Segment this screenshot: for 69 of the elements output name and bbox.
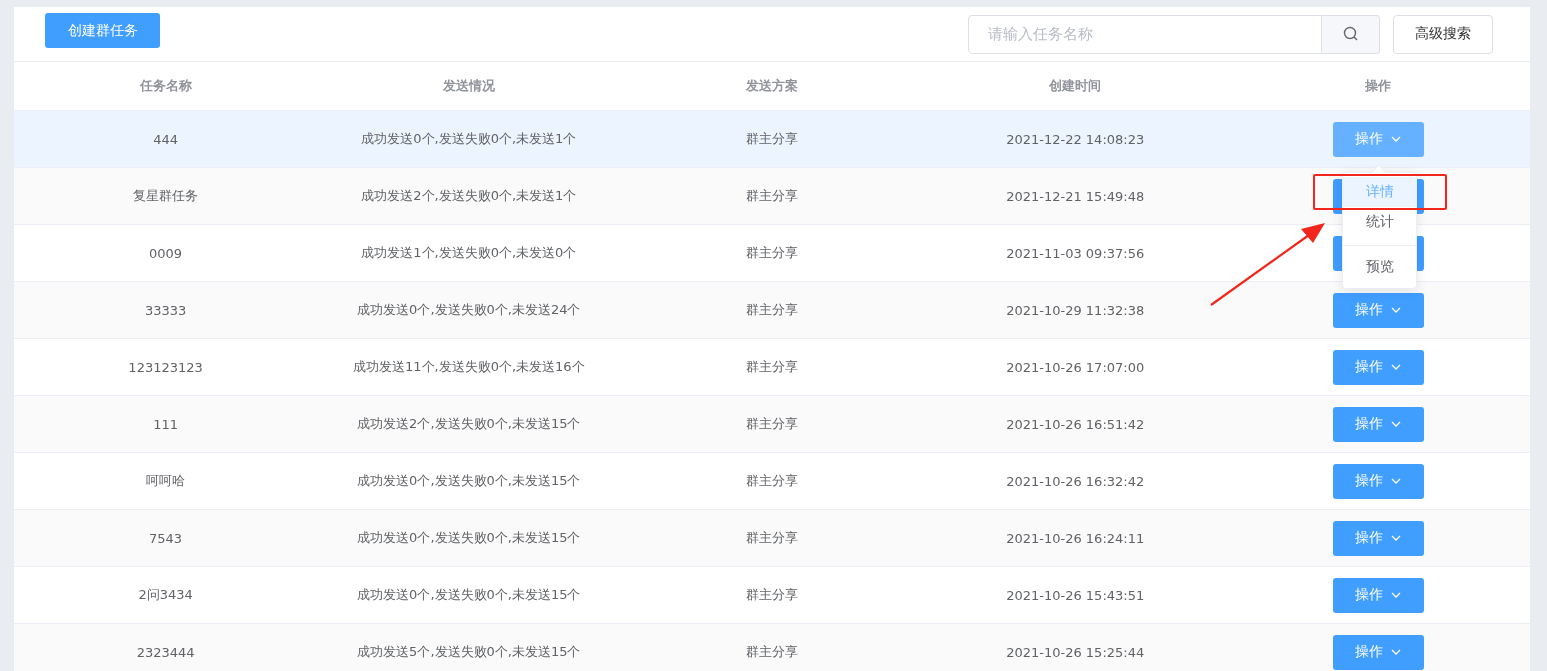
chevron-down-icon xyxy=(1391,364,1402,370)
actions-dropdown-button[interactable]: 操作 xyxy=(1332,634,1424,670)
chevron-down-icon xyxy=(1391,535,1402,541)
task-name-cell: 0009 xyxy=(149,245,183,261)
created-time-cell: 2021-10-26 15:43:51 xyxy=(1006,587,1145,603)
actions-dropdown-button[interactable]: 操作 xyxy=(1332,577,1424,613)
search-button[interactable] xyxy=(1322,14,1380,54)
send-status-cell: 成功发送5个,发送失败0个,未发送15个 xyxy=(357,643,581,661)
send-status-cell: 成功发送0个,发送失败0个,未发送24个 xyxy=(357,301,581,319)
column-header: 操作 xyxy=(1365,77,1392,95)
send-status-cell: 成功发送0个,发送失败0个,未发送1个 xyxy=(361,130,577,148)
task-name-cell: 复星群任务 xyxy=(133,187,199,205)
send-plan-cell: 群主分享 xyxy=(746,472,798,490)
task-name-cell: 2问3434 xyxy=(138,586,193,604)
send-status-cell: 成功发送0个,发送失败0个,未发送15个 xyxy=(357,586,581,604)
actions-dropdown-button[interactable]: 操作 xyxy=(1332,463,1424,499)
column-header: 创建时间 xyxy=(1049,77,1102,95)
chevron-down-icon xyxy=(1391,649,1402,655)
send-status-cell: 成功发送11个,发送失败0个,未发送16个 xyxy=(352,358,585,376)
actions-dropdown-button[interactable]: 操作 xyxy=(1332,292,1424,328)
column-header: 任务名称 xyxy=(139,77,192,95)
task-name-cell: 呵呵哈 xyxy=(146,472,186,490)
send-plan-cell: 群主分享 xyxy=(746,130,798,148)
task-name-cell: 444 xyxy=(153,131,178,147)
send-status-cell: 成功发送2个,发送失败0个,未发送1个 xyxy=(361,187,577,205)
send-plan-cell: 群主分享 xyxy=(746,415,798,433)
created-time-cell: 2021-12-21 15:49:48 xyxy=(1006,188,1145,204)
send-plan-cell: 群主分享 xyxy=(746,244,798,262)
search-field[interactable]: 请输入任务名称 xyxy=(968,14,1322,54)
chevron-down-icon xyxy=(1391,136,1402,142)
task-name-cell: 123123123 xyxy=(128,359,203,375)
menu-item[interactable]: 统计 xyxy=(1343,207,1416,237)
created-time-cell: 2021-10-26 15:25:44 xyxy=(1006,644,1145,660)
menu-item[interactable]: 预览 xyxy=(1343,252,1416,282)
send-status-cell: 成功发送0个,发送失败0个,未发送15个 xyxy=(357,529,581,547)
chevron-down-icon xyxy=(1391,421,1402,427)
chevron-down-icon xyxy=(1391,307,1402,313)
task-name-cell: 33333 xyxy=(144,302,187,318)
actions-dropdown-button[interactable]: 操作 xyxy=(1332,349,1424,385)
send-plan-cell: 群主分享 xyxy=(746,187,798,205)
search-icon xyxy=(1342,26,1359,42)
chevron-down-icon xyxy=(1391,478,1402,484)
send-plan-cell: 群主分享 xyxy=(746,586,798,604)
task-name-cell: 2323444 xyxy=(136,644,195,660)
created-time-cell: 2021-12-22 14:08:23 xyxy=(1006,131,1145,147)
menu-item[interactable]: 详情 xyxy=(1343,177,1416,207)
send-plan-cell: 群主分享 xyxy=(746,358,798,376)
send-status-cell: 成功发送2个,发送失败0个,未发送15个 xyxy=(357,415,581,433)
created-time-cell: 2021-10-26 16:32:42 xyxy=(1006,473,1145,489)
column-header: 发送情况 xyxy=(442,77,495,95)
task-name-cell: 7543 xyxy=(149,530,183,546)
create-task-button[interactable]: 创建群任务 xyxy=(45,13,160,48)
created-time-cell: 2021-10-26 17:07:00 xyxy=(1006,359,1145,375)
created-time-cell: 2021-10-26 16:24:11 xyxy=(1006,530,1145,546)
send-status-cell: 成功发送0个,发送失败0个,未发送15个 xyxy=(357,472,581,490)
actions-dropdown-button[interactable]: 操作 xyxy=(1332,406,1424,442)
actions-dropdown-button[interactable]: 操作 xyxy=(1332,121,1424,157)
task-name-cell: 111 xyxy=(153,416,178,432)
chevron-down-icon xyxy=(1391,592,1402,598)
advanced-search-button[interactable]: 高级搜索 xyxy=(1393,14,1493,54)
created-time-cell: 2021-11-03 09:37:56 xyxy=(1006,245,1145,261)
send-plan-cell: 群主分享 xyxy=(746,529,798,547)
send-plan-cell: 群主分享 xyxy=(746,301,798,319)
created-time-cell: 2021-10-26 16:51:42 xyxy=(1006,416,1145,432)
created-time-cell: 2021-10-29 11:32:38 xyxy=(1006,302,1145,318)
send-status-cell: 成功发送1个,发送失败0个,未发送0个 xyxy=(361,244,577,262)
column-header: 发送方案 xyxy=(746,77,798,95)
actions-dropdown-button[interactable]: 操作 xyxy=(1332,520,1424,556)
send-plan-cell: 群主分享 xyxy=(746,643,798,661)
